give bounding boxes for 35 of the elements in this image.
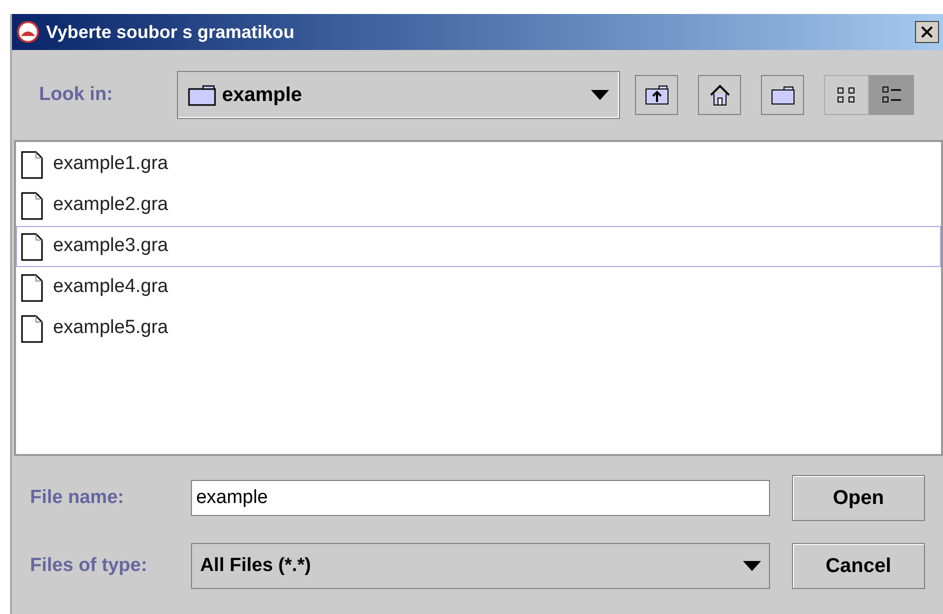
look-in-label: Look in: (39, 82, 114, 107)
file-item[interactable]: example5.gra (16, 308, 941, 349)
look-in-dropdown[interactable]: example (177, 71, 620, 119)
toolbar-button[interactable] (635, 75, 678, 115)
close-button[interactable] (915, 21, 939, 43)
toolbar-button[interactable] (761, 75, 804, 115)
dropdown-arrow-icon (591, 90, 609, 100)
file-item[interactable]: example2.gra (16, 185, 941, 226)
folder-icon (770, 85, 794, 105)
view-toggle-button[interactable] (824, 75, 869, 115)
file-type-label: Files of type: (30, 554, 148, 578)
house-icon (708, 84, 730, 106)
view-toggle-button[interactable] (869, 75, 914, 115)
file-item[interactable]: example1.gra (16, 144, 941, 185)
file-name-label: File name: (30, 486, 125, 510)
dropdown-arrow-icon (742, 561, 761, 571)
folder-icon (188, 84, 216, 106)
document-icon (21, 232, 43, 260)
folder-up-arrow-icon (644, 85, 668, 105)
document-icon (21, 150, 43, 178)
document-icon (21, 192, 43, 220)
document-icon (21, 314, 43, 342)
toolbar-button[interactable] (698, 75, 741, 115)
close-icon (921, 26, 933, 38)
cancel-button[interactable]: Cancel (792, 543, 926, 589)
window-title: Vyberte soubor s gramatikou (46, 20, 294, 44)
open-button[interactable]: Open (792, 475, 925, 521)
file-item[interactable]: example4.gra (16, 267, 941, 308)
document-icon (21, 274, 43, 302)
file-name-field[interactable]: example (191, 480, 770, 516)
file-type-dropdown[interactable]: All Files (*.*) (191, 543, 770, 589)
list-view-icon (836, 85, 858, 105)
details-view-icon (880, 85, 902, 105)
file-item[interactable]: example3.gra (16, 226, 941, 267)
app-icon (16, 20, 40, 44)
